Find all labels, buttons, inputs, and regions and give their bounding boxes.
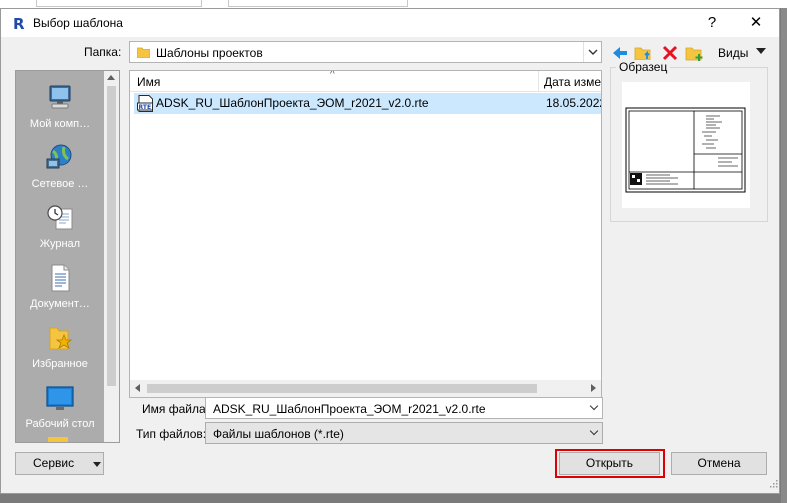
- places-bar: Мой комп… Сетевое … Журнал Документ… Изб…: [15, 70, 120, 443]
- file-row[interactable]: RTE ADSK_RU_ШаблонПроекта_ЭОМ_r2021_v2.0…: [134, 93, 601, 114]
- folder-value: Шаблоны проектов: [156, 46, 263, 60]
- views-label: Виды: [718, 46, 749, 60]
- caret-down-icon: [93, 462, 101, 467]
- places-list: Мой комп… Сетевое … Журнал Документ… Изб…: [16, 71, 104, 442]
- service-button[interactable]: Сервис: [15, 452, 104, 475]
- scroll-up-icon[interactable]: [107, 75, 115, 80]
- close-button[interactable]: ✕: [743, 13, 769, 33]
- column-header-name[interactable]: Имя: [137, 75, 160, 89]
- network-icon: [46, 144, 72, 169]
- open-button[interactable]: Открыть: [559, 452, 660, 475]
- new-folder-icon: [685, 47, 703, 61]
- place-favorites[interactable]: Избранное: [16, 323, 104, 379]
- background-window-edge: [781, 8, 787, 503]
- filetype-dropdown[interactable]: Файлы шаблонов (*.rte): [205, 422, 603, 444]
- place-desktop[interactable]: Рабочий стол: [16, 383, 104, 439]
- file-list-header: Имя ^ Дата измен: [130, 71, 601, 92]
- file-list-hscrollbar[interactable]: [130, 380, 601, 397]
- chevron-down-icon: [588, 49, 598, 55]
- title-bar[interactable]: R Выбор шаблона ? ✕: [1, 9, 779, 37]
- places-scrollbar[interactable]: [104, 71, 119, 442]
- cancel-button[interactable]: Отмена: [671, 452, 767, 475]
- computer-icon: [49, 85, 71, 109]
- column-header-date[interactable]: Дата измен: [544, 75, 601, 89]
- background-tab: [228, 0, 408, 7]
- resize-grip-icon[interactable]: [768, 478, 778, 488]
- documents-icon: [51, 264, 70, 292]
- file-name: ADSK_RU_ШаблонПроекта_ЭОМ_r2021_v2.0.rte: [156, 96, 429, 110]
- favorites-icon: [49, 327, 73, 350]
- folder-icon: [48, 437, 68, 442]
- folder-icon: [137, 47, 150, 58]
- sheet-thumbnail: [625, 107, 746, 193]
- place-label: Документ…: [30, 298, 90, 310]
- hscroll-thumb[interactable]: [147, 384, 537, 393]
- rte-file-icon: RTE: [137, 95, 153, 112]
- svg-text:R: R: [13, 15, 25, 31]
- filename-input[interactable]: ADSK_RU_ШаблонПроекта_ЭОМ_r2021_v2.0.rte: [205, 397, 603, 419]
- caret-down-icon: [756, 48, 766, 54]
- file-date: 18.05.2022: [546, 96, 602, 110]
- folder-label: Папка:: [84, 45, 122, 59]
- column-divider[interactable]: [538, 71, 539, 92]
- scroll-right-icon[interactable]: [591, 384, 596, 392]
- places-scroll-thumb[interactable]: [107, 86, 116, 386]
- revit-app-icon: R: [11, 15, 27, 31]
- help-button[interactable]: ?: [701, 13, 723, 33]
- place-history[interactable]: Журнал: [16, 203, 104, 259]
- place-label: Избранное: [32, 358, 88, 370]
- folder-dropdown-toggle[interactable]: [583, 42, 601, 62]
- background-window-strip: [0, 0, 787, 8]
- svg-text:RTE: RTE: [139, 104, 152, 111]
- sort-ascending-icon: ^: [330, 70, 335, 80]
- filename-label: Имя файла:: [142, 402, 209, 416]
- place-my-computer[interactable]: Мой комп…: [16, 83, 104, 139]
- desktop-icon: [46, 386, 74, 410]
- dialog-title: Выбор шаблона: [33, 16, 123, 30]
- place-label: Сетевое …: [31, 178, 89, 190]
- filetype-value: Файлы шаблонов (*.rte): [213, 427, 344, 441]
- service-label: Сервис: [33, 456, 75, 470]
- place-label: Рабочий стол: [25, 418, 95, 430]
- scroll-left-icon[interactable]: [135, 384, 140, 392]
- filename-value: ADSK_RU_ШаблонПроекта_ЭОМ_r2021_v2.0.rte: [213, 402, 486, 416]
- filetype-label: Тип файлов:: [136, 427, 207, 441]
- history-icon: [47, 205, 73, 230]
- chevron-down-icon[interactable]: [589, 401, 599, 411]
- folder-dropdown[interactable]: Шаблоны проектов: [129, 41, 602, 63]
- new-folder-button[interactable]: [685, 43, 705, 63]
- place-label: Мой комп…: [29, 118, 91, 130]
- place-label: Журнал: [39, 238, 81, 250]
- place-documents[interactable]: Документ…: [16, 263, 104, 319]
- views-menu-button[interactable]: Виды: [712, 43, 768, 63]
- place-network[interactable]: Сетевое …: [16, 143, 104, 199]
- chevron-down-icon[interactable]: [589, 426, 599, 436]
- preview-label: Образец: [616, 60, 671, 74]
- file-list: Имя ^ Дата измен RTE ADSK_RU_ШаблонПроек…: [129, 70, 602, 398]
- background-tab: [36, 0, 202, 7]
- preview-image: [622, 82, 750, 208]
